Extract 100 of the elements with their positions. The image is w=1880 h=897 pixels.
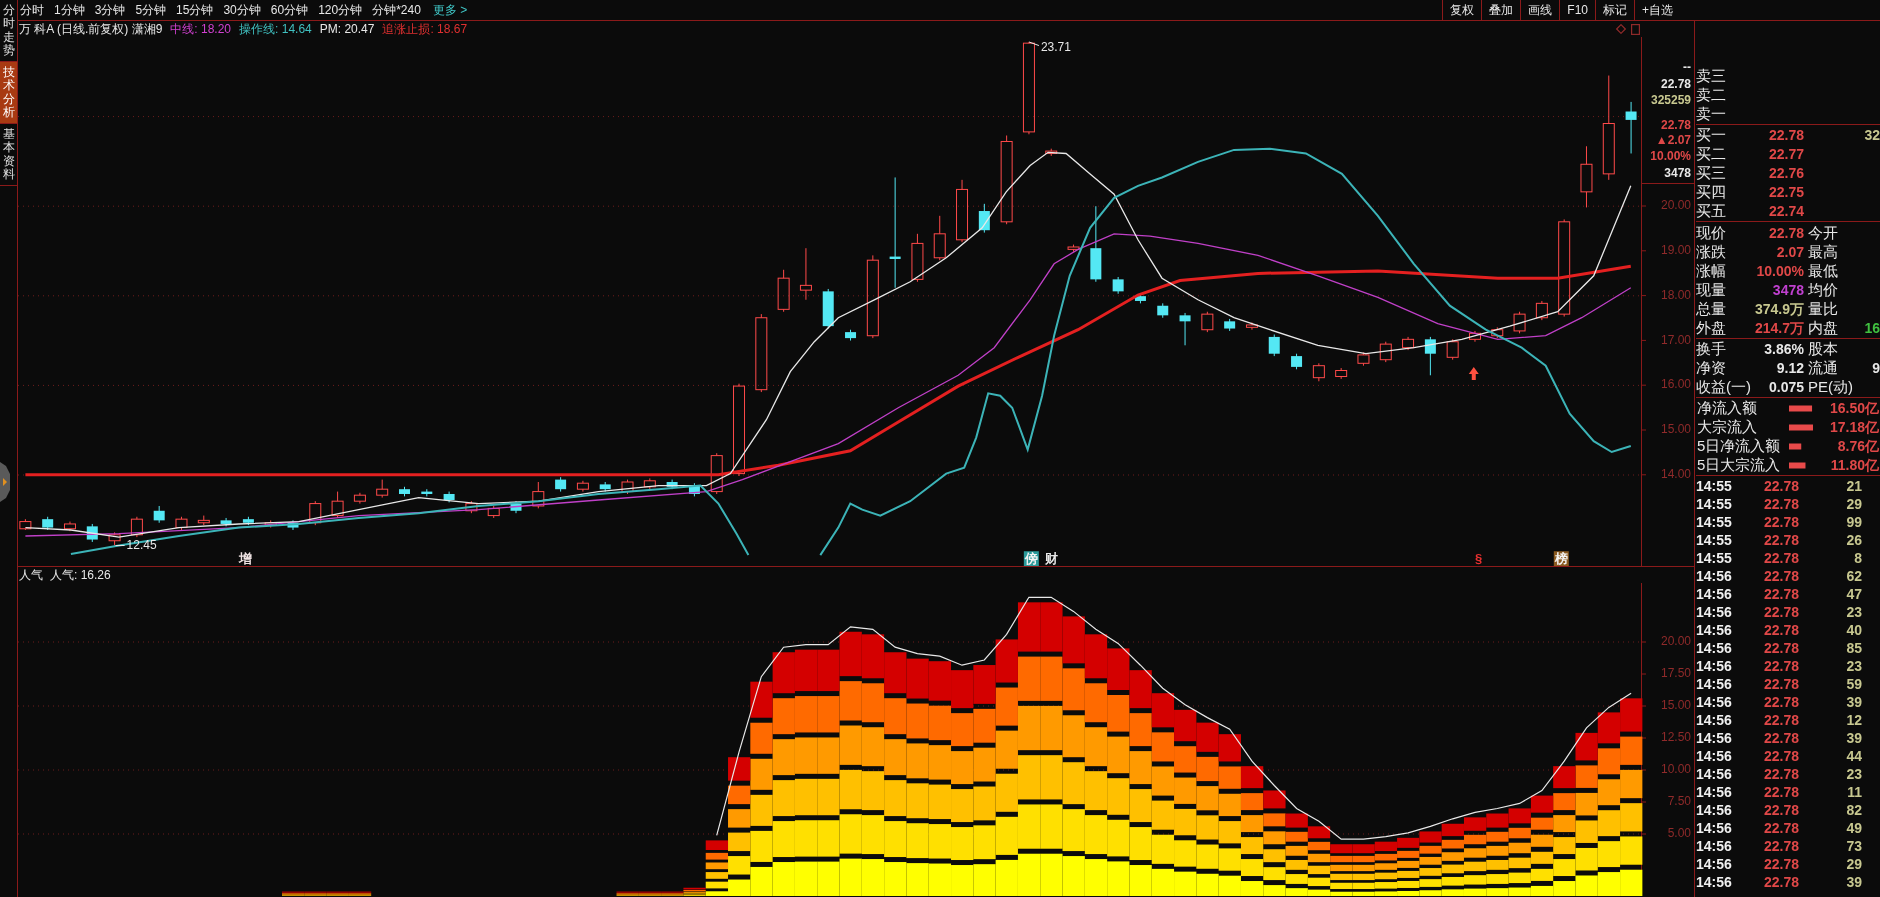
period-tab[interactable]: 分时 xyxy=(20,0,44,20)
axis-label: 20.00 xyxy=(1660,198,1691,213)
bid-price: 22.74 xyxy=(1767,202,1804,221)
trade-time: 14:56 xyxy=(1696,818,1733,838)
ask-label: 卖三 xyxy=(1696,66,1726,87)
trade-time: 14:56 xyxy=(1696,854,1733,874)
trade-price: 22.78 xyxy=(1764,512,1801,532)
trade-price: 22.78 xyxy=(1764,530,1801,550)
flow-bar xyxy=(1789,424,1813,431)
trade-price: 22.78 xyxy=(1764,548,1801,568)
period-tab[interactable]: 60分钟 xyxy=(270,0,309,20)
axis-quote: -- xyxy=(1683,60,1691,75)
period-tab[interactable]: 分钟*240 xyxy=(372,0,421,20)
period-tab[interactable]: 120分钟 xyxy=(318,0,363,20)
quote-value: 374.9万 xyxy=(1753,300,1804,319)
quote-label: 外盘 xyxy=(1696,318,1726,339)
trade-volume: 39 xyxy=(1845,692,1862,712)
trade-volume: 47 xyxy=(1845,584,1862,604)
axis-label: 15.00 xyxy=(1660,422,1691,437)
trade-price: 22.78 xyxy=(1764,476,1801,496)
period-tab[interactable]: 5分钟 xyxy=(135,0,167,20)
sidebar-tab[interactable]: 技术分析 xyxy=(0,62,17,124)
trade-volume: 29 xyxy=(1845,494,1862,514)
quote-value: 3478 xyxy=(1771,281,1804,300)
bid-label: 买五 xyxy=(1696,201,1726,222)
trade-price: 22.78 xyxy=(1764,836,1801,856)
toolbar-button[interactable]: F10 xyxy=(1559,0,1595,20)
trade-volume: 39 xyxy=(1845,728,1862,748)
sidebar-tab[interactable]: 基本资料 xyxy=(0,124,17,186)
flow-bar xyxy=(1789,462,1806,469)
bid-label: 买四 xyxy=(1696,182,1726,203)
period-tab[interactable]: 15分钟 xyxy=(176,0,214,20)
period-tab[interactable]: 3分钟 xyxy=(94,0,126,20)
ask-label: 卖二 xyxy=(1696,85,1726,106)
bid-label: 买二 xyxy=(1696,144,1726,165)
trade-volume: 49 xyxy=(1845,818,1862,838)
trade-price: 22.78 xyxy=(1764,800,1801,820)
flow-value: 11.80亿 xyxy=(1830,456,1879,473)
trade-price: 22.78 xyxy=(1764,746,1801,766)
trade-volume: 85 xyxy=(1845,638,1862,658)
axis-label: 12.50 xyxy=(1660,730,1691,745)
signal-marker: 傍 xyxy=(1023,550,1039,566)
trade-volume: 59 xyxy=(1845,674,1862,694)
flow-value: 8.76亿 xyxy=(1837,437,1879,454)
trade-time: 14:55 xyxy=(1696,512,1733,532)
axis-quote: 22.78 xyxy=(1660,118,1691,133)
panel-toggle-handle[interactable] xyxy=(0,462,10,502)
trade-price: 22.78 xyxy=(1764,620,1801,640)
quote-value: 16 xyxy=(1863,319,1880,338)
trade-time: 14:56 xyxy=(1696,566,1733,586)
ask-label: 卖一 xyxy=(1696,104,1726,125)
indicator-reading: 追涨止损: 18.67 xyxy=(382,21,468,38)
axis-label: 16.00 xyxy=(1660,377,1691,392)
trade-volume: 21 xyxy=(1845,476,1862,496)
toolbar-button[interactable]: 叠加 xyxy=(1481,0,1521,20)
axis-quote: 10.00% xyxy=(1650,149,1691,164)
bid-volume: 32 xyxy=(1863,126,1880,145)
bid-price: 22.77 xyxy=(1767,145,1804,164)
trade-price: 22.78 xyxy=(1764,782,1801,802)
trade-price: 22.78 xyxy=(1764,692,1801,712)
more-button[interactable]: 更多 > xyxy=(432,0,468,20)
toolbar-button[interactable]: 标记 xyxy=(1595,0,1634,20)
axis-label: 15.00 xyxy=(1660,698,1691,713)
trade-volume: 44 xyxy=(1845,746,1862,766)
trade-time: 14:56 xyxy=(1696,872,1733,892)
quote-label: 流通 xyxy=(1808,358,1838,379)
bid-label: 买一 xyxy=(1696,125,1726,146)
trade-volume: 11 xyxy=(1846,782,1862,802)
trade-volume: 39 xyxy=(1845,872,1862,892)
trade-time: 14:55 xyxy=(1696,494,1733,514)
trade-time: 14:56 xyxy=(1696,764,1733,784)
trade-time: 14:56 xyxy=(1696,728,1733,748)
axis-label: 17.50 xyxy=(1660,666,1691,681)
trade-time: 14:56 xyxy=(1696,800,1733,820)
axis-label: 20.00 xyxy=(1660,634,1691,649)
chart-title: 万 科A (日线.前复权) 潇湘9 xyxy=(19,21,163,38)
trade-price: 22.78 xyxy=(1764,494,1801,514)
quote-value: 9 xyxy=(1871,359,1880,378)
quote-label: 现量 xyxy=(1696,280,1726,301)
trade-time: 14:56 xyxy=(1696,602,1733,622)
trade-volume: 26 xyxy=(1845,530,1862,550)
period-tab[interactable]: 1分钟 xyxy=(54,0,85,20)
signal-marker: § xyxy=(1474,550,1483,566)
quote-label: PE(动) xyxy=(1808,377,1853,398)
flow-bar xyxy=(1789,405,1813,412)
indicator-reading: 中线: 18.20 xyxy=(170,21,232,38)
bid-label: 买三 xyxy=(1696,163,1726,184)
toolbar-button[interactable]: 画线 xyxy=(1520,0,1560,20)
trade-time: 14:56 xyxy=(1696,638,1733,658)
toolbar-button[interactable]: +自选 xyxy=(1634,0,1680,20)
square-icon[interactable] xyxy=(1631,23,1640,35)
bid-price: 22.78 xyxy=(1767,126,1804,145)
diamond-icon[interactable] xyxy=(1616,24,1626,34)
trade-price: 22.78 xyxy=(1764,818,1801,838)
flow-label: 5日净流入额 xyxy=(1697,436,1781,454)
trade-price: 22.78 xyxy=(1764,764,1801,784)
quote-value: 22.78 xyxy=(1767,224,1804,243)
period-tab[interactable]: 30分钟 xyxy=(223,0,261,20)
flow-bar xyxy=(1789,443,1802,450)
toolbar-button[interactable]: 复权 xyxy=(1442,0,1482,20)
